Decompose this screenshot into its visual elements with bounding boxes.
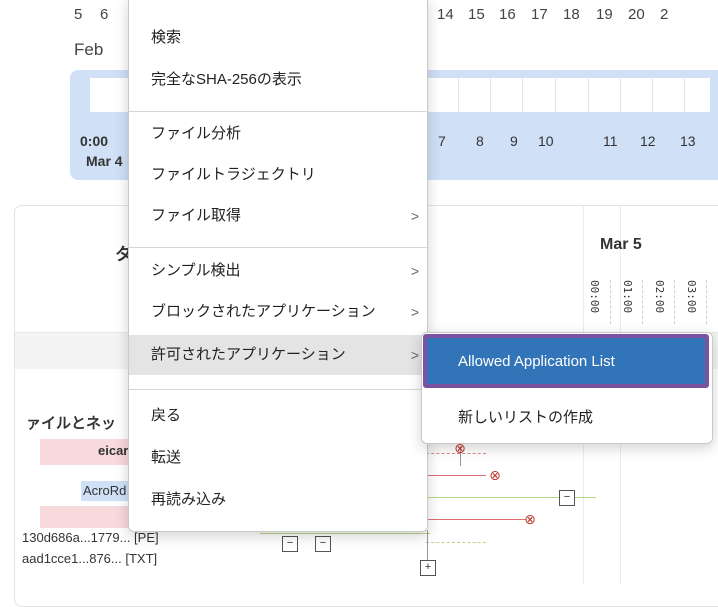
date-20: 20: [628, 6, 645, 23]
menu-item-blocked-apps[interactable]: ブロックされたアプリケーション >: [129, 294, 427, 330]
range-num: 7: [438, 133, 446, 149]
range-num: 13: [680, 133, 696, 149]
event-box-icon[interactable]: −: [282, 536, 298, 552]
highlight-row: [40, 506, 136, 528]
event-box-icon[interactable]: −: [559, 490, 575, 506]
chevron-right-icon: >: [410, 263, 419, 279]
submenu-item-allowed-list[interactable]: Allowed Application List: [458, 353, 615, 370]
hour-label: 02:00: [653, 280, 666, 314]
menu-item-simple-detection[interactable]: シンプル検出 >: [129, 253, 427, 289]
section-title: ァイルとネッ: [26, 415, 117, 432]
day-header: Mar 5: [600, 236, 642, 253]
chevron-right-icon: >: [410, 304, 419, 320]
menu-item-file-trajectory[interactable]: ファイルトラジェクトリ: [129, 157, 427, 193]
menu-item-allowed-apps[interactable]: 許可されたアプリケーション >: [129, 335, 427, 375]
date-14: 14: [437, 6, 454, 23]
file-row-acrord[interactable]: AcroRd: [83, 483, 126, 498]
date-5: 5: [74, 6, 83, 23]
context-menu: 検索 完全なSHA-256の表示 ファイル分析 ファイルトラジェクトリ ファイル…: [128, 0, 428, 532]
month-label: Feb: [74, 40, 104, 59]
hour-label: 03:00: [685, 280, 698, 314]
event-box-icon[interactable]: +: [420, 560, 436, 576]
hour-label: 01:00: [621, 280, 634, 314]
menu-item-back[interactable]: 戻る: [129, 398, 427, 434]
menu-item-forward[interactable]: 転送: [129, 440, 427, 476]
menu-item-search[interactable]: 検索: [129, 20, 427, 56]
date-6: 6: [100, 6, 109, 23]
file-row-pe[interactable]: 130d686a...1779... [PE]: [22, 530, 159, 545]
submenu-item-create-list[interactable]: 新しいリストの作成: [458, 406, 593, 427]
date-17: 17: [531, 6, 548, 23]
date-19: 19: [596, 6, 613, 23]
detection-icon[interactable]: ⊗: [521, 510, 539, 528]
menu-item-show-sha256[interactable]: 完全なSHA-256の表示: [129, 62, 427, 98]
date-18: 18: [563, 6, 580, 23]
chevron-right-icon: >: [410, 347, 419, 363]
range-num: 8: [476, 133, 484, 149]
chevron-right-icon: >: [410, 208, 419, 224]
menu-item-file-analysis[interactable]: ファイル分析: [129, 116, 427, 152]
range-num: 11: [603, 133, 618, 149]
detection-icon[interactable]: ⊗: [486, 466, 504, 484]
range-start-time: 0:00: [80, 133, 109, 149]
event-box-icon[interactable]: −: [315, 536, 331, 552]
range-num: 12: [640, 133, 656, 149]
range-start-date: Mar 4: [86, 153, 123, 169]
menu-item-file-fetch[interactable]: ファイル取得 >: [129, 198, 427, 234]
file-row-eicar[interactable]: eicar.: [98, 443, 131, 458]
date-16: 16: [499, 6, 516, 23]
range-num: 10: [538, 133, 554, 149]
date-15: 15: [468, 6, 485, 23]
range-num: 9: [510, 133, 518, 149]
file-row-txt[interactable]: aad1cce1...876... [TXT]: [22, 551, 157, 566]
date-21: 2: [660, 6, 669, 23]
menu-item-reload[interactable]: 再読み込み: [129, 482, 427, 518]
hour-label: 00:00: [588, 280, 601, 314]
